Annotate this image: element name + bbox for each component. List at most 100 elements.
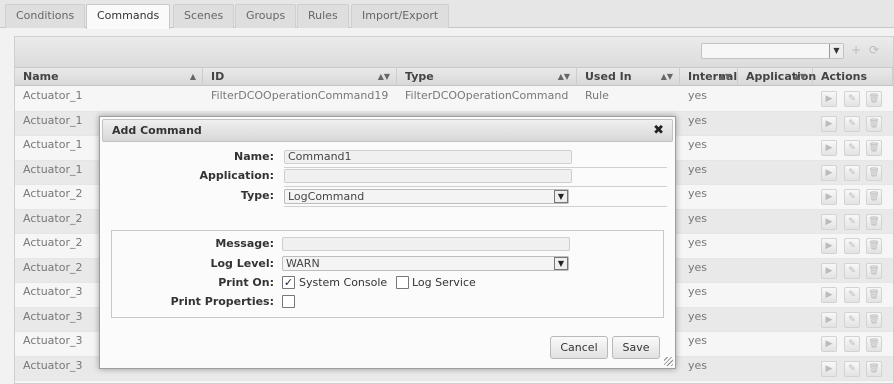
type-select[interactable]: LogCommand ▼ xyxy=(284,189,569,204)
log-service-label[interactable]: Log Service xyxy=(412,276,476,289)
filter-select[interactable]: ▼ xyxy=(701,43,844,59)
column-header-application[interactable]: Application ▲▼ xyxy=(738,68,816,86)
cell-name: Actuator_3 xyxy=(23,285,83,298)
cell-internal: yes xyxy=(688,211,708,225)
sort-icon: ▲▼ xyxy=(793,72,806,81)
dialog-header: Add Command ✖ xyxy=(102,119,673,142)
cell-type: FilterDCOOperationCommand xyxy=(405,89,569,102)
delete-icon[interactable]: 🗑 xyxy=(866,287,882,303)
cell-name: Actuator_3 xyxy=(23,358,83,372)
cell-internal: yes xyxy=(688,334,708,347)
delete-icon[interactable]: 🗑 xyxy=(866,140,882,156)
edit-icon[interactable]: ✎ xyxy=(844,336,860,352)
delete-icon[interactable]: 🗑 xyxy=(866,262,882,279)
close-icon[interactable]: ✖ xyxy=(653,123,664,139)
system-console-label[interactable]: System Console xyxy=(299,276,387,289)
dialog-title: Add Command xyxy=(112,124,202,137)
edit-icon[interactable]: ✎ xyxy=(844,311,860,328)
column-header-internal[interactable]: Internal ▲▼ xyxy=(680,68,738,86)
table-header: Name ▲ ID ▲▼ Type ▲▼ Used In ▲▼ Internal ▲▼ A… xyxy=(15,68,893,86)
play-icon[interactable]: ▶ xyxy=(821,164,837,181)
play-icon[interactable]: ▶ xyxy=(821,91,837,107)
tab-conditions[interactable]: Conditions xyxy=(5,4,86,28)
refresh-icon[interactable]: ⟳ xyxy=(867,43,881,57)
delete-icon[interactable]: 🗑 xyxy=(866,360,882,377)
play-icon[interactable]: ▶ xyxy=(821,115,837,132)
edit-icon[interactable]: ✎ xyxy=(844,140,860,156)
print-properties-checkbox[interactable] xyxy=(282,295,295,308)
edit-icon[interactable]: ✎ xyxy=(844,360,860,377)
chevron-down-icon: ▼ xyxy=(554,190,568,203)
save-button[interactable]: Save xyxy=(612,336,660,359)
tab-bar: Conditions Commands Scenes Groups Rules … xyxy=(0,0,894,29)
play-icon[interactable]: ▶ xyxy=(821,311,837,328)
edit-icon[interactable]: ✎ xyxy=(844,91,860,107)
cell-name: Actuator_3 xyxy=(23,309,83,323)
cell-name: Actuator_1 xyxy=(23,113,83,127)
play-icon[interactable]: ▶ xyxy=(821,262,837,279)
sort-icon: ▲▼ xyxy=(377,72,390,81)
resize-grip-icon[interactable] xyxy=(664,357,673,366)
log-level-value: WARN xyxy=(286,257,320,270)
column-header-id[interactable]: ID ▲▼ xyxy=(203,68,397,86)
delete-icon[interactable]: 🗑 xyxy=(866,336,882,352)
edit-icon[interactable]: ✎ xyxy=(844,238,860,254)
cell-internal: yes xyxy=(688,260,708,274)
delete-icon[interactable]: 🗑 xyxy=(866,91,882,107)
play-icon[interactable]: ▶ xyxy=(821,189,837,205)
edit-icon[interactable]: ✎ xyxy=(844,287,860,303)
name-field[interactable]: Command1 xyxy=(284,150,572,164)
table-row[interactable]: Actuator_1 FilterDCOOperationCommand19 Fil… xyxy=(15,87,893,112)
edit-icon[interactable]: ✎ xyxy=(844,115,860,132)
edit-icon[interactable]: ✎ xyxy=(844,213,860,230)
tab-rules[interactable]: Rules xyxy=(297,4,349,28)
tab-groups[interactable]: Groups xyxy=(235,4,297,28)
sort-icon: ▲▼ xyxy=(557,72,570,81)
plus-icon[interactable]: + xyxy=(849,43,863,57)
cancel-button[interactable]: Cancel xyxy=(550,336,608,359)
message-label: Message: xyxy=(215,237,274,250)
message-field[interactable] xyxy=(282,237,570,251)
column-header-name[interactable]: Name ▲ xyxy=(15,68,203,86)
edit-icon[interactable]: ✎ xyxy=(844,262,860,279)
play-icon[interactable]: ▶ xyxy=(821,238,837,254)
column-header-type[interactable]: Type ▲▼ xyxy=(397,68,577,86)
play-icon[interactable]: ▶ xyxy=(821,360,837,377)
delete-icon[interactable]: 🗑 xyxy=(866,189,882,205)
type-select-value: LogCommand xyxy=(288,190,365,203)
tab-scenes[interactable]: Scenes xyxy=(173,4,235,28)
column-header-actions: Actions xyxy=(813,68,893,86)
edit-icon[interactable]: ✎ xyxy=(844,189,860,205)
type-label: Type: xyxy=(240,189,274,202)
play-icon[interactable]: ▶ xyxy=(821,213,837,230)
cell-name: Actuator_2 xyxy=(23,211,83,225)
delete-icon[interactable]: 🗑 xyxy=(866,164,882,181)
sort-asc-icon: ▲ xyxy=(189,72,196,81)
print-on-label: Print On: xyxy=(218,276,274,289)
play-icon[interactable]: ▶ xyxy=(821,336,837,352)
system-console-checkbox[interactable]: ✓ xyxy=(282,276,295,289)
edit-icon[interactable]: ✎ xyxy=(844,164,860,181)
column-header-used-in[interactable]: Used In ▲▼ xyxy=(577,68,680,86)
tab-commands[interactable]: Commands xyxy=(86,4,171,29)
divider xyxy=(284,206,667,207)
print-properties-label: Print Properties: xyxy=(170,295,274,308)
log-service-checkbox[interactable] xyxy=(396,276,409,289)
play-icon[interactable]: ▶ xyxy=(821,287,837,303)
cell-internal: yes xyxy=(688,236,708,249)
divider xyxy=(284,167,667,168)
delete-icon[interactable]: 🗑 xyxy=(866,311,882,328)
delete-icon[interactable]: 🗑 xyxy=(866,213,882,230)
play-icon[interactable]: ▶ xyxy=(821,140,837,156)
log-level-label: Log Level: xyxy=(210,257,274,270)
cell-internal: yes xyxy=(688,138,708,151)
log-level-select[interactable]: WARN ▼ xyxy=(282,256,569,271)
application-field[interactable] xyxy=(284,169,572,183)
cell-name: Actuator_2 xyxy=(23,260,83,274)
cell-internal: yes xyxy=(688,162,708,176)
delete-icon[interactable]: 🗑 xyxy=(866,238,882,254)
tab-import-export[interactable]: Import/Export xyxy=(351,4,450,28)
application-label: Application: xyxy=(199,169,274,182)
delete-icon[interactable]: 🗑 xyxy=(866,115,882,132)
sort-icon: ▲▼ xyxy=(660,72,673,81)
